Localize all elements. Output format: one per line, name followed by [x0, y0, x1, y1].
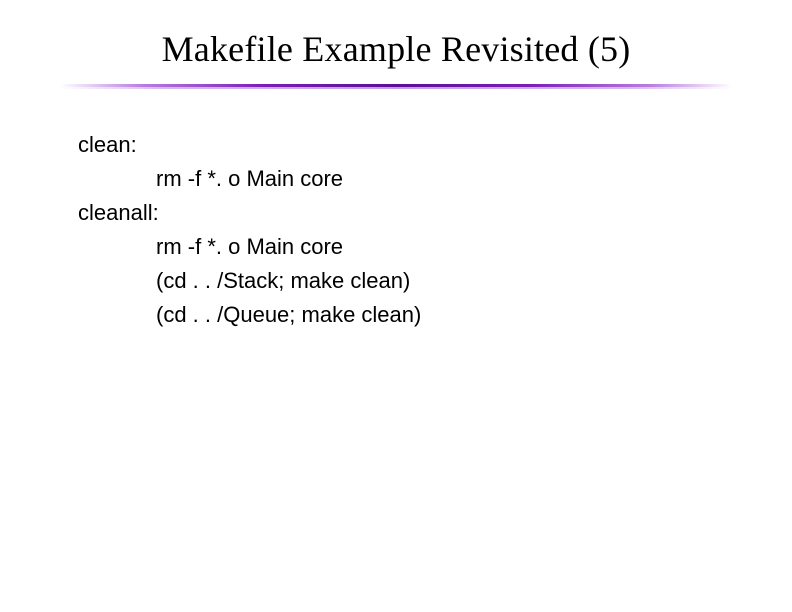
- code-line-target-cleanall: cleanall:: [78, 196, 421, 230]
- code-line-cmd-1: rm -f *. o Main core: [78, 162, 421, 196]
- code-line-cmd-2: rm -f *. o Main core: [78, 230, 421, 264]
- code-line-target-clean: clean:: [78, 128, 421, 162]
- slide: Makefile Example Revisited (5) clean: rm…: [0, 0, 792, 612]
- slide-title: Makefile Example Revisited (5): [0, 28, 792, 70]
- code-block: clean: rm -f *. o Main core cleanall: rm…: [78, 128, 421, 333]
- code-line-cmd-3: (cd . . /Stack; make clean): [78, 264, 421, 298]
- divider-gradient-bottom: [60, 87, 732, 89]
- code-line-cmd-4: (cd . . /Queue; make clean): [78, 298, 421, 332]
- title-divider: [60, 84, 732, 90]
